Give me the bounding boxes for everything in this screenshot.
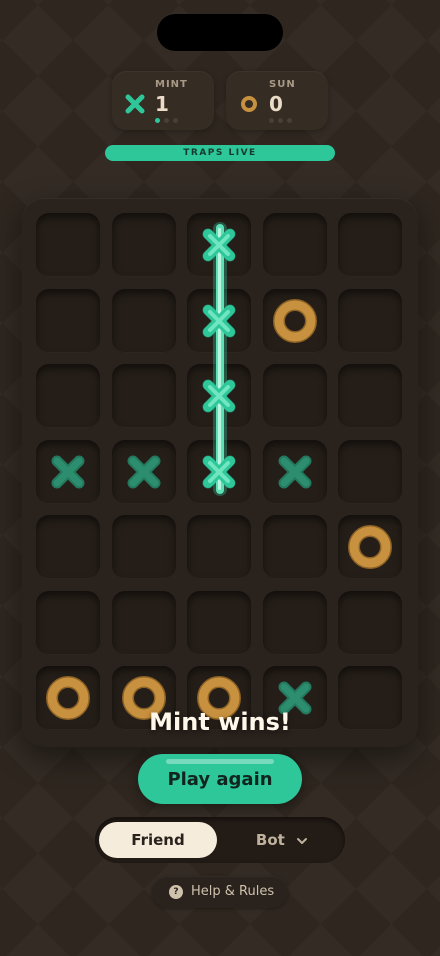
board-cell[interactable] bbox=[338, 515, 402, 579]
board-cell[interactable] bbox=[111, 364, 176, 428]
mode-option-bot[interactable]: Bot bbox=[223, 822, 341, 858]
mode-option-label: Friend bbox=[131, 831, 185, 849]
board-cell[interactable] bbox=[338, 288, 402, 353]
round-dot bbox=[269, 118, 274, 123]
board-cell[interactable] bbox=[262, 590, 327, 655]
board-cell[interactable] bbox=[187, 590, 251, 655]
board-cell[interactable] bbox=[36, 439, 100, 504]
board-cell[interactable] bbox=[338, 364, 402, 428]
player-score: 0 bbox=[269, 92, 283, 116]
board-cell[interactable] bbox=[111, 590, 176, 655]
mode-option-label: Bot bbox=[255, 831, 285, 849]
board-cell[interactable] bbox=[262, 439, 327, 504]
board-cell[interactable] bbox=[262, 288, 327, 353]
board-cell[interactable] bbox=[111, 439, 176, 504]
round-dots bbox=[155, 118, 178, 123]
board-cell[interactable] bbox=[262, 364, 327, 428]
player-score: 1 bbox=[155, 92, 169, 116]
winning-x-mark-icon bbox=[203, 380, 235, 412]
board-cell[interactable] bbox=[187, 515, 251, 579]
o-ring-icon bbox=[348, 525, 392, 569]
x-mark-icon bbox=[51, 455, 85, 488]
play-again-button[interactable]: Play again bbox=[138, 754, 302, 804]
winning-x-mark-icon bbox=[203, 229, 235, 261]
o-ring-icon bbox=[241, 96, 257, 112]
board-cell[interactable] bbox=[338, 590, 402, 655]
player-name: SUN bbox=[269, 79, 296, 90]
x-mark-icon bbox=[125, 94, 145, 114]
board-cell[interactable] bbox=[338, 439, 402, 504]
winning-x-mark-icon bbox=[203, 455, 235, 488]
player-name: MINT bbox=[155, 79, 188, 90]
board-cell[interactable] bbox=[262, 515, 327, 579]
round-dot bbox=[278, 118, 283, 123]
status-banner: TRAPS LIVE bbox=[105, 145, 335, 161]
round-dot bbox=[287, 118, 292, 123]
board-cell[interactable] bbox=[111, 213, 176, 277]
board-cell[interactable] bbox=[36, 364, 100, 428]
result-text: Mint wins! bbox=[149, 708, 291, 736]
board-cell[interactable] bbox=[262, 213, 327, 277]
player-card-sun: SUN 0 bbox=[226, 71, 328, 130]
board-cell[interactable] bbox=[36, 288, 100, 353]
board-cell[interactable] bbox=[36, 590, 100, 655]
o-ring-icon bbox=[272, 298, 317, 343]
chevron-down-icon bbox=[297, 837, 308, 844]
board-cell[interactable] bbox=[36, 515, 100, 579]
board-cell[interactable] bbox=[338, 213, 402, 277]
winning-x-mark-icon bbox=[203, 304, 235, 337]
mode-option-friend[interactable]: Friend bbox=[99, 822, 217, 858]
board-cell[interactable] bbox=[111, 288, 176, 353]
help-rules-label: Help & Rules bbox=[191, 884, 275, 899]
player-card-mint: MINT 1 bbox=[112, 71, 214, 130]
round-dot bbox=[173, 118, 178, 123]
mode-toggle: Friend Bot bbox=[95, 817, 345, 863]
round-dot bbox=[164, 118, 169, 123]
board-cell[interactable] bbox=[111, 515, 176, 579]
help-rules-button[interactable]: ? Help & Rules bbox=[152, 876, 288, 908]
dynamic-island bbox=[157, 14, 283, 51]
board-cell[interactable] bbox=[36, 213, 100, 277]
round-dots bbox=[269, 118, 292, 123]
x-mark-icon bbox=[127, 455, 160, 488]
round-dot bbox=[155, 118, 160, 123]
x-mark-icon bbox=[278, 455, 311, 488]
question-icon: ? bbox=[169, 885, 183, 899]
